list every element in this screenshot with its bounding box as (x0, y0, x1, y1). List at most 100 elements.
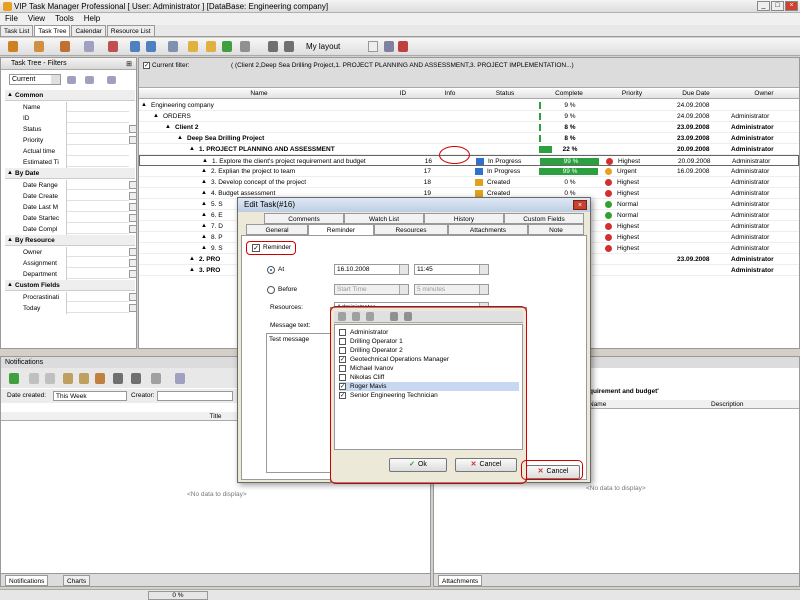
chevron-down-icon[interactable] (129, 214, 137, 222)
dialog-close-button[interactable]: × (573, 200, 587, 210)
resource-checkbox[interactable] (339, 364, 346, 372)
filter-save-icon[interactable] (85, 76, 94, 84)
col-due-date[interactable]: Due Date (663, 89, 729, 99)
chevron-down-icon[interactable] (399, 265, 408, 274)
filter-value[interactable] (67, 303, 129, 313)
move-down-icon[interactable] (146, 41, 156, 52)
resource-checkbox[interactable] (339, 337, 346, 345)
chevron-down-icon[interactable] (129, 125, 137, 133)
resource-list-item[interactable]: Drilling Operator 1 (339, 337, 519, 346)
print-icon[interactable] (131, 373, 141, 384)
chevron-down-icon[interactable] (129, 192, 137, 200)
expand-icon[interactable]: ▲ (189, 144, 197, 155)
collapse-icon[interactable]: ▲ (7, 280, 13, 291)
filter-item[interactable]: Assignment (5, 258, 137, 269)
filter-item[interactable]: Date Startec (5, 213, 137, 224)
expand-icon[interactable]: ▲ (201, 177, 209, 188)
refresh-icon[interactable] (9, 373, 19, 384)
filter-item[interactable]: Department (5, 269, 137, 280)
resource-checkbox[interactable]: ✓ (339, 391, 346, 399)
tab-calendar[interactable]: Calendar (71, 25, 106, 36)
chevron-down-icon[interactable] (129, 293, 137, 301)
tab-task-list[interactable]: Task List (0, 25, 34, 36)
edit-task-icon[interactable] (60, 41, 70, 52)
creator-select[interactable] (157, 391, 233, 401)
col-info[interactable]: Info (427, 89, 473, 99)
expand-icon[interactable]: ▲ (201, 210, 209, 221)
tab-attachments[interactable]: Attachments (438, 575, 483, 586)
before-start-select[interactable]: Start Time (334, 284, 409, 295)
filter-value[interactable] (67, 113, 129, 123)
resource-list-item[interactable]: Michael Ivanov (339, 364, 519, 373)
expand-icon[interactable]: ▲ (201, 232, 209, 243)
maximize-button[interactable]: □ (771, 1, 784, 11)
message-textarea[interactable]: Test message (266, 333, 336, 473)
check-all-icon[interactable] (390, 312, 398, 321)
mark-read-icon[interactable] (29, 373, 39, 384)
resource-list-item[interactable]: ✓ Roger Mavis (339, 382, 519, 391)
table-row[interactable]: ▲ ORDERS 9 % 24.09.2008 Administrator (139, 111, 799, 122)
refresh-icon[interactable] (222, 41, 232, 52)
expand-icon[interactable] (188, 41, 198, 52)
pin-icon[interactable]: ⊞ (126, 59, 132, 71)
filter-value[interactable] (67, 202, 129, 212)
tab-custom-fields[interactable]: Custom Fields (504, 213, 584, 224)
chevron-down-icon[interactable] (129, 225, 137, 233)
chevron-down-icon[interactable] (129, 304, 137, 312)
chevron-down-icon[interactable] (368, 41, 378, 52)
chevron-down-icon[interactable] (129, 181, 137, 189)
filter-icon[interactable] (175, 373, 185, 384)
open-icon[interactable] (63, 373, 73, 384)
filter-value[interactable] (67, 224, 129, 234)
filter-item[interactable]: Date Create (5, 191, 137, 202)
layout-select[interactable]: My layout (306, 41, 378, 53)
navigate-icon[interactable] (240, 41, 250, 52)
delete-icon[interactable] (108, 41, 118, 52)
new-subtask-icon[interactable] (34, 41, 44, 52)
table-row[interactable]: ▲ 3. Develop concept of the project 18 Crea… (139, 177, 799, 188)
filter-group[interactable]: ▲ By Resource (5, 235, 135, 246)
popup-ok-button[interactable]: ✓ Ok (389, 458, 447, 472)
forward-icon[interactable] (95, 373, 105, 384)
menu-view[interactable]: View (23, 13, 50, 25)
indent-icon[interactable] (168, 41, 178, 52)
uncheck-all-icon[interactable] (404, 312, 412, 321)
filter-value[interactable] (67, 157, 129, 167)
expand-icon[interactable]: ▲ (153, 111, 161, 122)
mark-unread-icon[interactable] (45, 373, 55, 384)
expand-icon[interactable]: ▲ (189, 265, 197, 276)
table-row[interactable]: ▲ Deep Sea Drilling Project 8 % 23.09.2008 A… (139, 133, 799, 144)
menu-tools[interactable]: Tools (50, 13, 79, 25)
filter-item[interactable]: Today (5, 303, 137, 314)
filter-group[interactable]: ▲ Common (5, 90, 135, 101)
filter-value[interactable] (67, 292, 129, 302)
resource-list-item[interactable]: Administrator (339, 328, 519, 337)
filter-item[interactable]: Name (5, 102, 135, 113)
filter-value[interactable] (67, 213, 129, 223)
filter-value[interactable] (67, 247, 129, 257)
current-filter-checkbox[interactable]: ✓ (143, 62, 150, 69)
expand-icon[interactable]: ▲ (165, 122, 173, 133)
chevron-down-icon[interactable] (129, 270, 137, 278)
filter-value[interactable] (67, 191, 129, 201)
save-layout-icon[interactable] (384, 41, 394, 52)
resource-checkbox[interactable]: ✓ (339, 355, 346, 363)
new-task-icon[interactable] (8, 41, 18, 52)
filter-item[interactable]: Date Last M (5, 202, 137, 213)
filter-item[interactable]: Estimated Ti (5, 157, 135, 168)
chevron-down-icon[interactable] (129, 248, 137, 256)
reply-icon[interactable] (79, 373, 89, 384)
collapse-icon[interactable]: ▲ (7, 168, 13, 179)
expand-icon[interactable]: ▲ (177, 133, 185, 144)
add-icon[interactable] (352, 312, 360, 321)
chevron-down-icon[interactable] (399, 285, 408, 294)
expand-icon[interactable]: ▲ (201, 221, 209, 232)
popup-cancel-button[interactable]: ✕ Cancel (455, 458, 517, 472)
col-priority[interactable]: Priority (601, 89, 663, 99)
filter-item[interactable]: Procrastinati (5, 292, 137, 303)
filter-icon[interactable] (84, 41, 94, 52)
filter-item[interactable]: Actual time (5, 146, 135, 157)
filter-value[interactable] (67, 258, 129, 268)
spinner-icon[interactable] (479, 265, 488, 274)
col-status[interactable]: Status (473, 89, 537, 99)
